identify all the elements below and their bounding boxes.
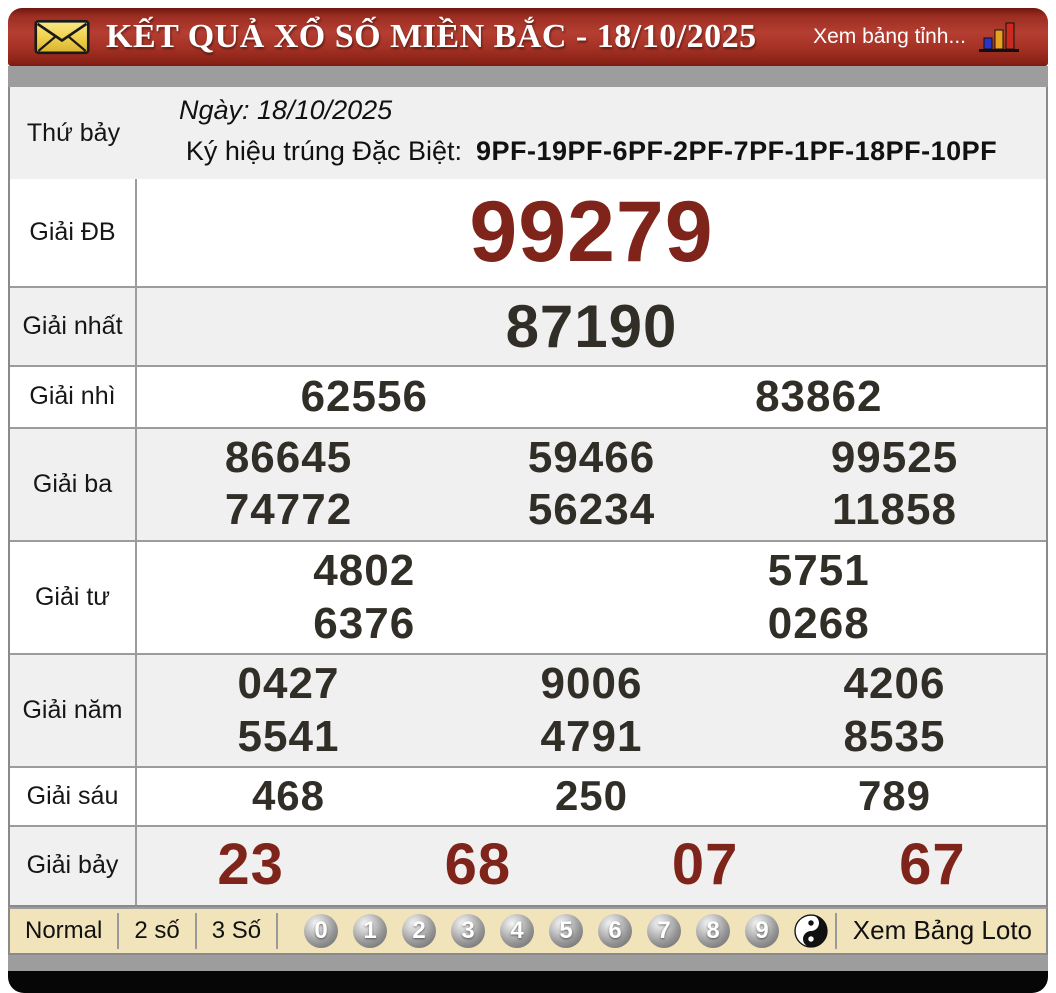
prize-number: 56234 — [528, 485, 655, 536]
page-title: KẾT QUẢ XỔ SỐ MIỀN BẮC - 18/10/2025 — [106, 18, 757, 56]
header-bar: KẾT QUẢ XỔ SỐ MIỀN BẮC - 18/10/2025 Xem … — [8, 8, 1048, 66]
prize-row-db: Giải ĐB 99279 — [10, 179, 1046, 286]
special-sign-line: Ký hiệu trúng Đặc Biệt: 9PF-19PF-6PF-2PF-… — [147, 136, 1036, 167]
envelope-icon — [34, 19, 90, 55]
digit-ball-1[interactable]: 1 — [353, 914, 387, 948]
special-sign-label: Ký hiệu trúng Đặc Biệt: — [186, 136, 462, 166]
prize-numbers: 468 250 789 — [137, 768, 1046, 824]
prize-number: 11858 — [832, 485, 957, 536]
toolbar: Normal2 số3 Số 0123456789 Xem Bảng Loto — [8, 907, 1048, 955]
digit-ball-5[interactable]: 5 — [549, 914, 583, 948]
info-row: Thứ bảy Ngày: 18/10/2025 Ký hiệu trúng Đ… — [10, 87, 1046, 179]
prize-number: 68 — [445, 832, 512, 899]
prize-label: Giải nhất — [10, 288, 137, 365]
prize-label: Giải sáu — [10, 768, 137, 824]
toolbar-right: Xem Bảng Loto — [835, 913, 1032, 949]
digit-ball-9[interactable]: 9 — [745, 914, 779, 948]
prize-numbers: 87190 — [137, 288, 1046, 365]
draw-date: Ngày: 18/10/2025 — [147, 95, 1036, 126]
prize-number: 86645 — [225, 433, 352, 484]
bar-chart-icon[interactable] — [978, 20, 1022, 54]
prize-row-nhi: Giải nhì 62556 83862 — [10, 365, 1046, 427]
prize-label: Giải ĐB — [10, 179, 137, 286]
digit-balls: 0123456789 — [304, 914, 779, 948]
prize-number: 59466 — [528, 433, 655, 484]
prize-number: 4791 — [541, 712, 643, 763]
yin-yang-ball[interactable] — [794, 914, 828, 948]
prize-number: 468 — [252, 772, 325, 820]
prize-number: 5751 — [768, 546, 870, 597]
prize-number: 67 — [899, 832, 966, 899]
prize-number: 87190 — [506, 292, 678, 361]
prize-number: 789 — [858, 772, 931, 820]
prize-row-sau: Giải sáu 468 250 789 — [10, 766, 1046, 824]
digit-ball-7[interactable]: 7 — [647, 914, 681, 948]
results-table: Thứ bảy Ngày: 18/10/2025 Ký hiệu trúng Đ… — [8, 87, 1048, 907]
prize-label: Giải bảy — [10, 827, 137, 905]
lottery-widget: KẾT QUẢ XỔ SỐ MIỀN BẮC - 18/10/2025 Xem … — [8, 8, 1048, 993]
bottom-shadow-bar — [8, 971, 1048, 993]
digit-ball-3[interactable]: 3 — [451, 914, 485, 948]
prize-number: 8535 — [844, 712, 946, 763]
prize-numbers: 23 68 07 67 — [137, 827, 1046, 905]
prize-row-bay: Giải bảy 23 68 07 67 — [10, 825, 1046, 905]
mode-switcher: Normal2 số3 Số — [10, 913, 278, 949]
prize-number: 6376 — [313, 599, 415, 650]
prize-number: 99279 — [469, 183, 713, 282]
weekday-label: Thứ bảy — [10, 87, 137, 179]
prize-row-nhat: Giải nhất 87190 — [10, 286, 1046, 365]
prize-label: Giải nhì — [10, 367, 137, 427]
digit-ball-6[interactable]: 6 — [598, 914, 632, 948]
prize-numbers: 99279 — [137, 179, 1046, 286]
prize-number: 23 — [217, 832, 284, 899]
top-gray-strip — [8, 66, 1048, 87]
prize-number: 9006 — [541, 659, 643, 710]
prize-number: 83862 — [755, 372, 882, 423]
prize-number: 250 — [555, 772, 628, 820]
prize-numbers: 4802 5751 6376 0268 — [137, 542, 1046, 653]
prize-numbers: 62556 83862 — [137, 367, 1046, 427]
mode-3-số[interactable]: 3 Số — [197, 917, 276, 945]
view-provinces-link[interactable]: Xem bảng tỉnh... — [813, 20, 1022, 54]
prize-number: 5541 — [238, 712, 340, 763]
prize-number: 0268 — [768, 599, 870, 650]
special-sign-value: 9PF-19PF-6PF-2PF-7PF-1PF-18PF-10PF — [476, 136, 997, 166]
prize-row-nam: Giải năm 0427 9006 4206 5541 4791 8535 — [10, 653, 1046, 766]
info-content: Ngày: 18/10/2025 Ký hiệu trúng Đặc Biệt:… — [137, 87, 1046, 179]
prize-label: Giải tư — [10, 542, 137, 653]
prize-number: 62556 — [301, 372, 428, 423]
prize-label: Giải năm — [10, 655, 137, 766]
digit-ball-8[interactable]: 8 — [696, 914, 730, 948]
prize-number: 74772 — [225, 485, 352, 536]
prize-label: Giải ba — [10, 429, 137, 540]
toolbar-divider — [835, 913, 837, 949]
prize-row-ba: Giải ba 86645 59466 99525 74772 56234 11858 — [10, 427, 1046, 540]
view-loto-link[interactable]: Xem Bảng Loto — [853, 915, 1032, 946]
prize-row-tu: Giải tư 4802 5751 6376 0268 — [10, 540, 1046, 653]
view-provinces-label[interactable]: Xem bảng tỉnh... — [813, 25, 966, 49]
digit-ball-4[interactable]: 4 — [500, 914, 534, 948]
prize-number: 99525 — [831, 433, 958, 484]
prize-number: 07 — [672, 832, 739, 899]
prize-number: 0427 — [238, 659, 340, 710]
toolbar-divider — [276, 913, 278, 949]
digit-ball-0[interactable]: 0 — [304, 914, 338, 948]
mode-normal[interactable]: Normal — [10, 917, 117, 945]
bottom-gray-strip — [8, 955, 1048, 971]
prize-numbers: 0427 9006 4206 5541 4791 8535 — [137, 655, 1046, 766]
prize-numbers: 86645 59466 99525 74772 56234 11858 — [137, 429, 1046, 540]
prize-number: 4206 — [844, 659, 946, 710]
prize-number: 4802 — [313, 546, 415, 597]
digit-ball-2[interactable]: 2 — [402, 914, 436, 948]
prize-rows: Giải ĐB 99279 Giải nhất 87190 Giải nhì 62556 8… — [10, 179, 1046, 905]
mode-2-số[interactable]: 2 số — [119, 917, 194, 945]
